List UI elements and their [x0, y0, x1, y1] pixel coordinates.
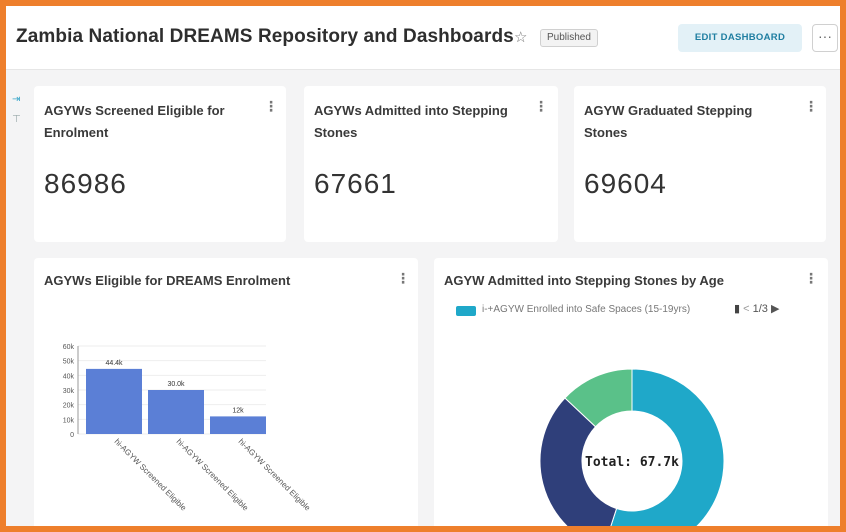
kpi-card-screened: AGYWs Screened Eligible for Enrolment ⋮ …	[34, 86, 286, 242]
donut-total-label: Total: 67.7k	[585, 455, 679, 470]
bar-chart: 0 10k 20k 30k 40k 50k 60k 44.4k hi-AGYW Screened…	[63, 344, 313, 513]
kebab-menu-icon[interactable]: ⋮	[804, 98, 818, 115]
bar-data-label: 44.4k	[105, 360, 123, 367]
x-tick-label: hi-AGYW Screened Eligible	[175, 437, 251, 513]
x-tick-label: hi-AGYW Screened Eligible	[113, 437, 189, 513]
kebab-menu-icon[interactable]: ⋮	[534, 98, 548, 115]
bar	[86, 368, 142, 434]
y-tick-label: 10k	[63, 417, 75, 424]
bar-data-label: 12k	[232, 407, 244, 414]
expand-filters-icon[interactable]: ⇥	[12, 94, 20, 105]
kpi-title: AGYWs Screened Eligible for Enrolment	[44, 103, 225, 140]
kpi-value: 67661	[314, 168, 397, 199]
y-tick-label: 50k	[63, 359, 75, 366]
kebab-menu-icon[interactable]: ⋮	[264, 98, 278, 115]
kpi-value: 86986	[44, 168, 127, 199]
star-icon[interactable]: ☆	[514, 28, 527, 46]
kpi-title: AGYWs Admitted into Stepping Stones	[314, 103, 508, 140]
kpi-title: AGYW Graduated Stepping Stones	[584, 103, 753, 140]
bar	[210, 416, 266, 434]
y-tick-label: 40k	[63, 373, 75, 380]
dashboard-frame: Zambia National DREAMS Repository and Da…	[0, 0, 846, 532]
kpi-value: 69604	[584, 168, 667, 199]
bar	[148, 390, 204, 434]
donut-chart: Total: 67.7k	[539, 368, 725, 526]
dashboard-header: Zambia National DREAMS Repository and Da…	[6, 6, 840, 70]
bar-data-label: 30.0k	[167, 381, 185, 388]
bar-chart-card: AGYWs Eligible for DREAMS Enrolment ⋮ 01…	[34, 258, 418, 526]
y-tick-label: 20k	[63, 403, 75, 410]
x-tick-label: hi-AGYW Screened Eligible	[237, 437, 313, 513]
y-tick-label: 60k	[63, 344, 75, 351]
kpi-card-graduated: AGYW Graduated Stepping Stones ⋮ 69604	[574, 86, 826, 242]
donut-chart-card: AGYW Admitted into Stepping Stones by Ag…	[434, 258, 828, 526]
edit-dashboard-button[interactable]: EDIT DASHBOARD	[678, 24, 802, 52]
y-tick-label: 30k	[63, 388, 75, 395]
more-options-button[interactable]: ···	[812, 24, 838, 52]
y-tick-label: 0	[70, 432, 74, 439]
dashboard-title: Zambia National DREAMS Repository and Da…	[16, 26, 514, 47]
status-badge: Published	[540, 29, 598, 47]
kpi-card-admitted: AGYWs Admitted into Stepping Stones ⋮ 67…	[304, 86, 558, 242]
filter-icon[interactable]: ⊤	[12, 114, 21, 125]
